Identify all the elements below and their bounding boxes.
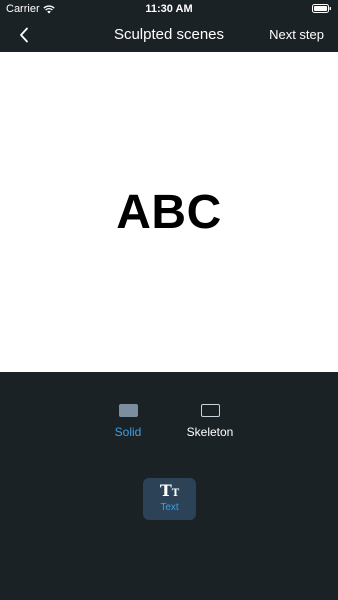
scene-canvas[interactable]: ABC (0, 52, 338, 372)
solid-mode-label: Solid (114, 425, 142, 439)
text-tool-icon: TT (160, 483, 179, 499)
skeleton-mode-button[interactable]: Skeleton (175, 404, 245, 439)
battery-icon (312, 4, 331, 13)
clock: 11:30 AM (145, 3, 193, 15)
text-tool-button[interactable]: TT Text (143, 478, 196, 520)
solid-mode-button[interactable]: Solid (93, 404, 163, 439)
status-bar: Carrier 11:30 AM (0, 0, 338, 18)
navigation-bar: Sculpted scenes Next step (0, 18, 338, 52)
solid-icon (118, 404, 138, 417)
skeleton-mode-label: Skeleton (186, 425, 234, 439)
screen: Carrier 11:30 AM Sculpted scenes Next st… (0, 0, 338, 600)
text-tool-icon-glyph-large: T (159, 481, 172, 500)
skeleton-icon (200, 404, 220, 417)
text-tool-icon-glyph-small: T (171, 488, 180, 499)
text-tool-label: Text (160, 502, 179, 513)
render-mode-toggle: Solid Skeleton (0, 404, 338, 444)
preview-text: ABC (116, 185, 222, 239)
next-step-button[interactable]: Next step (269, 27, 324, 42)
